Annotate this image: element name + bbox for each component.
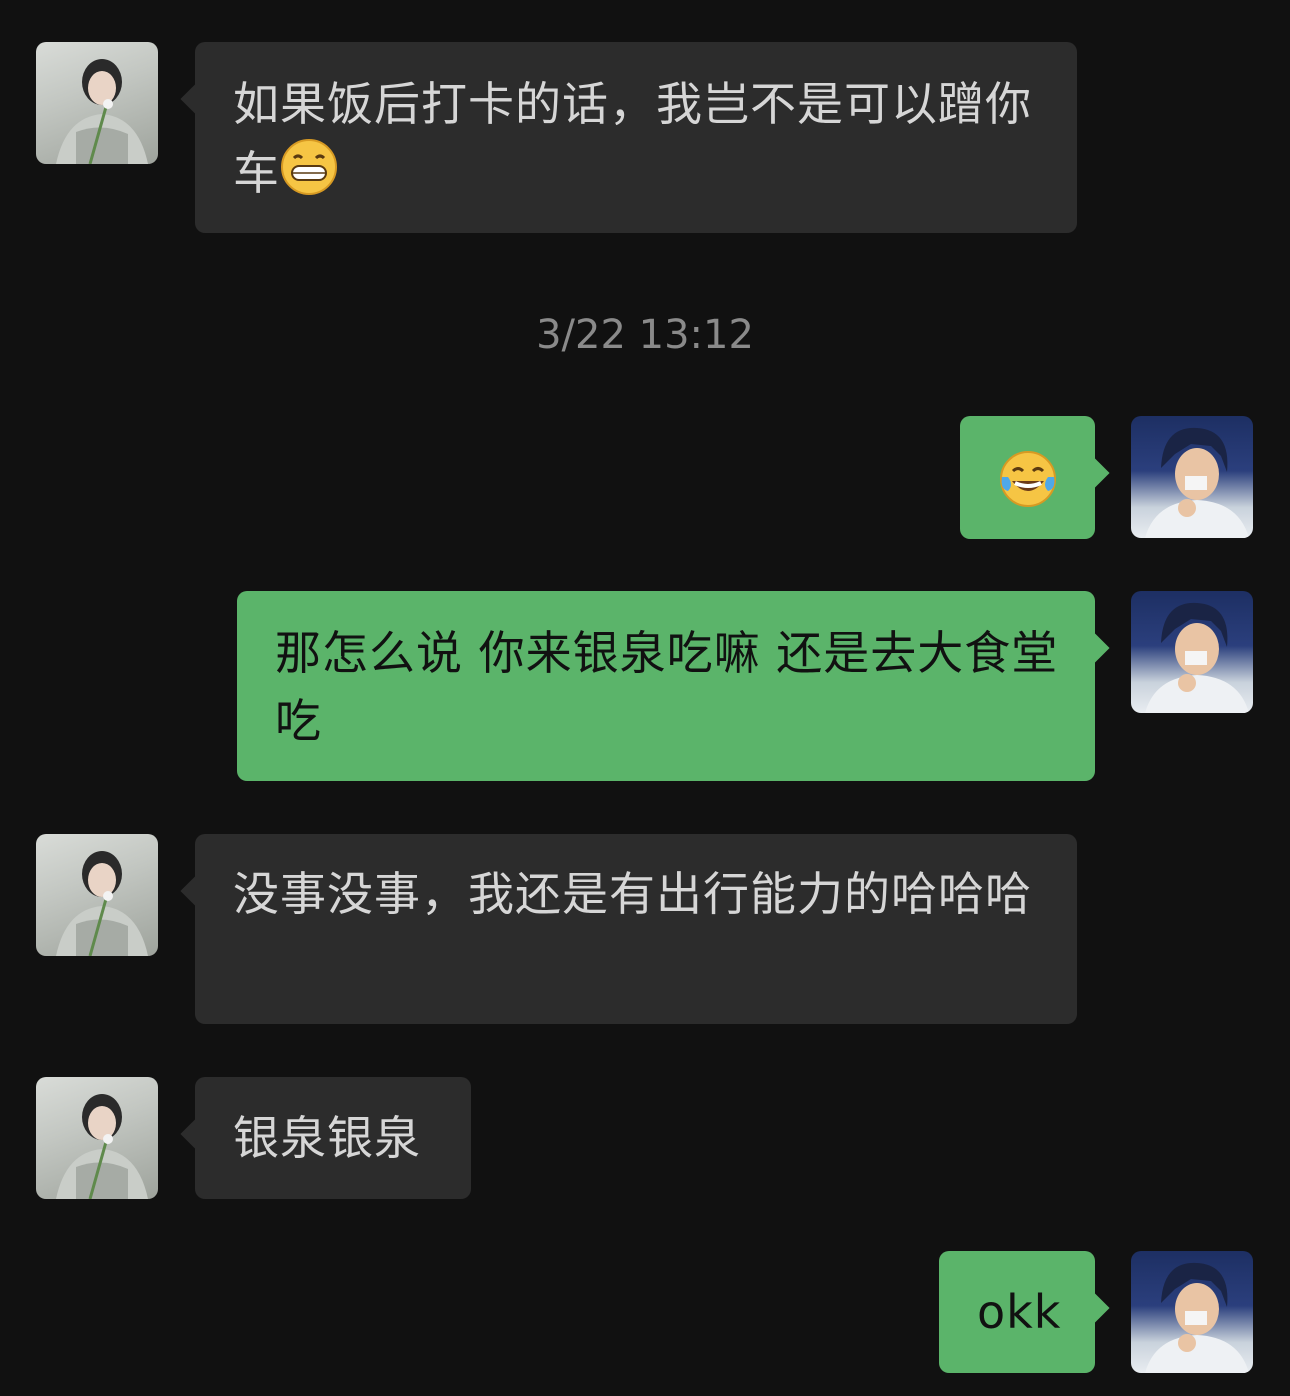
my-avatar-image (1145, 427, 1249, 538)
message-bubble-outgoing[interactable] (960, 416, 1110, 539)
tears-of-joy-emoji-icon (998, 449, 1058, 527)
my-avatar-image (1145, 602, 1249, 713)
message-text: 没事没事，我还是有出行能力的哈哈哈 (233, 867, 1032, 921)
contact-avatar-image (56, 1094, 148, 1199)
message-bubble-incoming[interactable]: 如果饭后打卡的话，我岂不是可以蹭你车 (180, 42, 1077, 233)
my-avatar[interactable] (1131, 591, 1253, 713)
grinning-face-emoji-icon (280, 138, 338, 214)
contact-avatar[interactable] (36, 834, 158, 956)
contact-avatar-image (56, 59, 148, 164)
message-bubble-incoming[interactable]: 没事没事，我还是有出行能力的哈哈哈 (180, 834, 1077, 1024)
message-text: 如果饭后打卡的话，我岂不是可以蹭你车 (233, 77, 1032, 200)
bubble-tail (1078, 457, 1110, 489)
contact-avatar[interactable] (36, 42, 158, 164)
contact-avatar-image (56, 851, 148, 956)
message-timestamp: 3/22 13:12 (536, 312, 754, 358)
message-bubble-outgoing[interactable]: okk (939, 1251, 1110, 1373)
my-avatar[interactable] (1131, 1251, 1253, 1373)
my-avatar-image (1145, 1262, 1249, 1373)
bubble-tail (180, 875, 212, 907)
my-avatar[interactable] (1131, 416, 1253, 538)
message-text: okk (977, 1285, 1062, 1339)
bubble-tail (180, 1118, 212, 1150)
message-bubble-incoming[interactable]: 银泉银泉 (180, 1077, 471, 1199)
message-bubble-outgoing[interactable]: 那怎么说 你来银泉吃嘛 还是去大食堂吃 (237, 591, 1110, 781)
contact-avatar[interactable] (36, 1077, 158, 1199)
message-text: 那怎么说 你来银泉吃嘛 还是去大食堂吃 (275, 626, 1059, 748)
bubble-tail (180, 83, 212, 115)
bubble-tail (1078, 632, 1110, 664)
bubble-tail (1078, 1292, 1110, 1324)
chat-conversation: 如果饭后打卡的话，我岂不是可以蹭你车 3/22 13:12 那怎么说 你来银泉吃… (0, 0, 1290, 1396)
message-text: 银泉银泉 (233, 1111, 421, 1165)
